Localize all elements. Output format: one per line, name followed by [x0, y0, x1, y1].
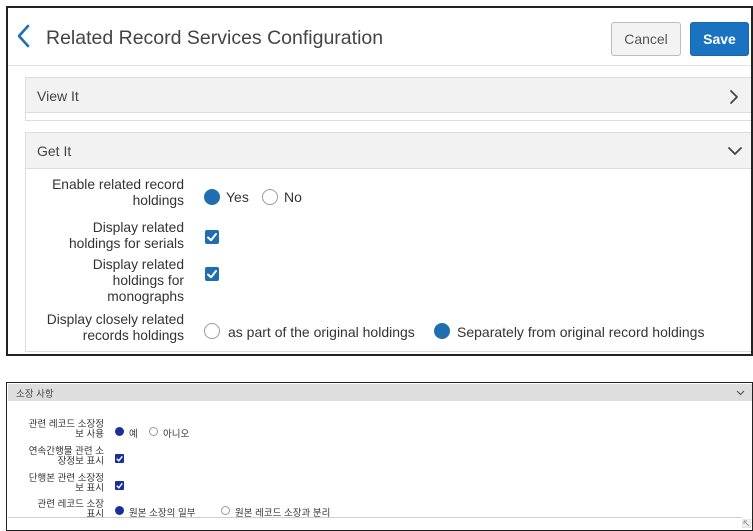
label-line: records holdings [82, 328, 184, 343]
save-button[interactable]: Save [690, 22, 749, 56]
chevron-left-icon[interactable] [16, 23, 32, 49]
closely-part-of-original-radio[interactable] [204, 323, 220, 339]
ko-enable-yes-radio[interactable] [115, 427, 124, 436]
label-line: holdings for [112, 273, 184, 288]
get-it-section-header[interactable]: Get It [25, 132, 751, 169]
view-it-label: View It [37, 88, 79, 104]
view-it-section-body [25, 113, 751, 121]
label-line: 보 표시 [75, 483, 104, 494]
chevron-down-icon [736, 390, 745, 396]
label-line: 장정보 표시 [57, 456, 104, 467]
enable-yes-radio[interactable] [204, 189, 220, 205]
page-title: Related Record Services Configuration [46, 27, 384, 49]
ko-closely-separate-radio[interactable] [221, 506, 230, 515]
label-line: Display related [92, 220, 184, 235]
enable-no-label: No [284, 189, 302, 205]
closely-part-of-original-label: as part of the original holdings [228, 324, 415, 340]
chevron-right-icon [730, 90, 738, 104]
ko-holdings-section-header[interactable]: 소장 사항 [8, 384, 752, 401]
enable-no-radio[interactable] [262, 189, 278, 205]
checkmark-icon [116, 482, 123, 489]
ko-enable-label: 관련 레코드 소장정 보 사용 [7, 420, 104, 440]
label-line: 보 사용 [75, 429, 104, 440]
resize-handle-icon[interactable] [742, 519, 751, 528]
ko-monographs-checkbox[interactable] [115, 481, 124, 490]
ko-serials-label: 연속간행물 관련 소 장정보 표시 [7, 447, 104, 467]
label-line: holdings for serials [68, 236, 184, 251]
config-panel: Related Record Services Configuration Ca… [6, 6, 753, 356]
label-line: 표시 [86, 509, 104, 520]
ko-enable-yes-label: 예 [129, 429, 138, 440]
get-it-section-body: Enable related record holdings Yes No Di… [25, 169, 751, 352]
ko-enable-no-radio[interactable] [149, 427, 158, 436]
page-header: Related Record Services Configuration Ca… [8, 8, 751, 66]
ko-monographs-label: 단행본 관련 소장정 보 표시 [7, 474, 104, 494]
get-it-label: Get It [37, 143, 72, 159]
ko-section-label: 소장 사항 [16, 389, 54, 400]
closely-related-label: Display closely related records holdings [26, 312, 184, 344]
checkmark-icon [116, 455, 123, 462]
label-line: holdings [132, 193, 184, 208]
korean-config-panel: 소장 사항 관련 레코드 소장정 보 사용 예 아니오 연속간행물 관련 소 장… [6, 382, 753, 531]
label-line: Enable related record [52, 177, 184, 192]
chevron-down-icon [728, 147, 742, 155]
monographs-holdings-checkbox[interactable] [205, 267, 219, 281]
enable-yes-label: Yes [226, 189, 249, 205]
view-it-section-header[interactable]: View It [25, 77, 751, 113]
serials-holdings-checkbox[interactable] [205, 230, 219, 244]
cancel-button[interactable]: Cancel [611, 22, 681, 56]
checkmark-icon [207, 233, 217, 242]
serials-holdings-label: Display related holdings for serials [26, 220, 184, 252]
ko-enable-no-label: 아니오 [163, 429, 190, 440]
closely-separately-radio[interactable] [434, 323, 450, 339]
ko-serials-checkbox[interactable] [115, 454, 124, 463]
monographs-holdings-label: Display related holdings for monographs [26, 257, 184, 305]
ko-closely-part-radio[interactable] [115, 506, 124, 515]
closely-separately-label: Separately from original record holdings [457, 324, 705, 340]
checkmark-icon [207, 270, 217, 279]
enable-related-holdings-label: Enable related record holdings [26, 177, 184, 209]
divider [8, 517, 742, 518]
label-line: monographs [107, 289, 184, 304]
label-line: Display related [92, 257, 184, 272]
label-line: Display closely related [46, 312, 184, 327]
